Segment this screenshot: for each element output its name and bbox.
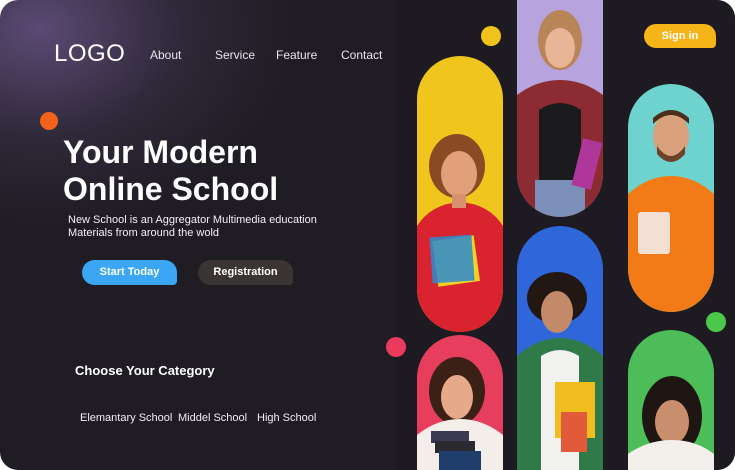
category-middle[interactable]: Middel School <box>178 412 247 424</box>
hero-subtitle: New School is an Aggregator Multimedia e… <box>68 214 317 239</box>
page-frame: LOGO About Service Feature Contact Sign … <box>0 0 735 470</box>
decor-dot-yellow <box>481 26 501 46</box>
decor-dot-green <box>706 312 726 332</box>
category-title: Choose Your Category <box>75 363 215 378</box>
registration-button[interactable]: Registration <box>198 260 293 285</box>
student-photo-curly-hair <box>517 226 603 470</box>
student-photo-books <box>417 335 503 470</box>
decor-dot-pink <box>386 337 406 357</box>
category-elementary[interactable]: Elemantary School <box>80 412 172 424</box>
student-photo-red-hoodie <box>417 56 503 332</box>
hero-title-line-2: Online School <box>63 171 279 207</box>
nav-service[interactable]: Service <box>215 48 255 62</box>
nav-about[interactable]: About <box>150 48 181 62</box>
hero-title: Your Modern Online School <box>63 134 323 208</box>
student-photo-orange-sweater <box>628 84 714 312</box>
student-photo-plaid-shirt <box>517 0 603 217</box>
decor-dot-orange <box>40 112 58 130</box>
student-photo-green-bg <box>628 330 714 470</box>
logo[interactable]: LOGO <box>54 40 125 68</box>
sign-in-button[interactable]: Sign in <box>644 24 716 48</box>
nav-contact[interactable]: Contact <box>341 48 382 62</box>
start-today-button[interactable]: Start Today <box>82 260 177 285</box>
nav-feature[interactable]: Feature <box>276 48 317 62</box>
hero-title-line-1: Your Modern <box>63 134 258 170</box>
category-high[interactable]: High School <box>257 412 316 424</box>
